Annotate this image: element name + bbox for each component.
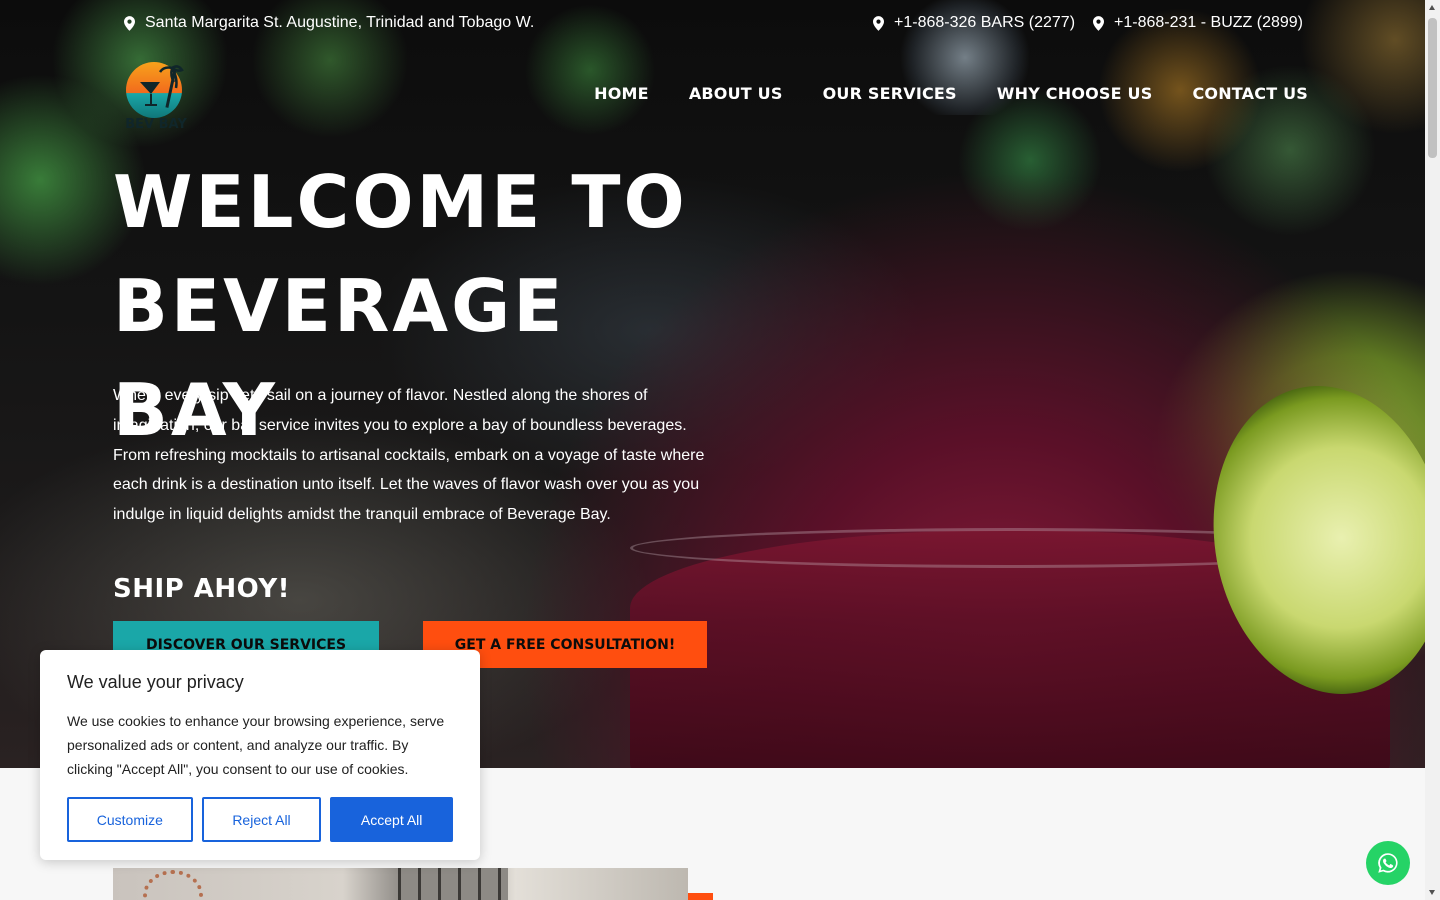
orange-accent-bar (688, 893, 713, 900)
nav-contact-us[interactable]: Contact Us (1192, 84, 1308, 103)
cookie-text: We use cookies to enhance your browsing … (67, 713, 445, 777)
cookie-title: We value your privacy (67, 672, 244, 692)
accept-all-button[interactable]: Accept All (330, 797, 453, 842)
phone-2[interactable]: +1-868-231 - BUZZ (2899) (1093, 14, 1303, 32)
whatsapp-icon (1378, 853, 1398, 873)
map-pin-icon (124, 15, 135, 31)
window-image (398, 868, 508, 900)
phone-2-text: +1-868-231 - BUZZ (2899) (1114, 14, 1303, 31)
phone-1[interactable]: +1-868-326 BARS (2277) (873, 14, 1075, 32)
scrollbar-thumb[interactable] (1428, 18, 1437, 158)
hero-description: Where every sip sets sail on a journey o… (113, 387, 705, 524)
nav-why-choose-us[interactable]: Why Choose Us (997, 84, 1153, 103)
map-pin-icon (1093, 15, 1105, 31)
cookie-consent-banner: We value your privacy We use cookies to … (40, 650, 480, 860)
page-scrollbar[interactable] (1425, 0, 1440, 900)
reject-all-button[interactable]: Reject All (201, 797, 322, 842)
bar-strainer-image (143, 870, 203, 900)
top-bar: Santa Margarita St. Augustine, Trinidad … (0, 0, 1425, 48)
hero-subheading: SHIP AHOY! (113, 574, 291, 604)
whatsapp-button[interactable] (1366, 841, 1410, 885)
nav-our-services[interactable]: Our Services (823, 84, 957, 103)
main-nav: Home About Us Our Services Why Choose Us… (594, 84, 1308, 103)
nav-home[interactable]: Home (594, 84, 649, 103)
phone-1-text: +1-868-326 BARS (2277) (894, 14, 1076, 31)
map-pin-icon (873, 15, 885, 31)
scroll-up-arrow-icon[interactable] (1429, 5, 1435, 10)
customize-button[interactable]: Customize (67, 797, 193, 842)
nav-about-us[interactable]: About Us (689, 84, 783, 103)
about-photo (113, 868, 688, 900)
address: Santa Margarita St. Augustine, Trinidad … (124, 14, 534, 32)
address-text: Santa Margarita St. Augustine, Trinidad … (145, 14, 535, 31)
logo-text: BEV BAY (125, 117, 187, 132)
bev-bay-logo[interactable]: BEV BAY (120, 56, 192, 132)
cookie-buttons: Customize Reject All Accept All (67, 797, 453, 842)
phone-numbers: +1-868-326 BARS (2277) +1-868-231 - BUZZ… (873, 14, 1303, 32)
scroll-down-arrow-icon[interactable] (1429, 890, 1435, 895)
